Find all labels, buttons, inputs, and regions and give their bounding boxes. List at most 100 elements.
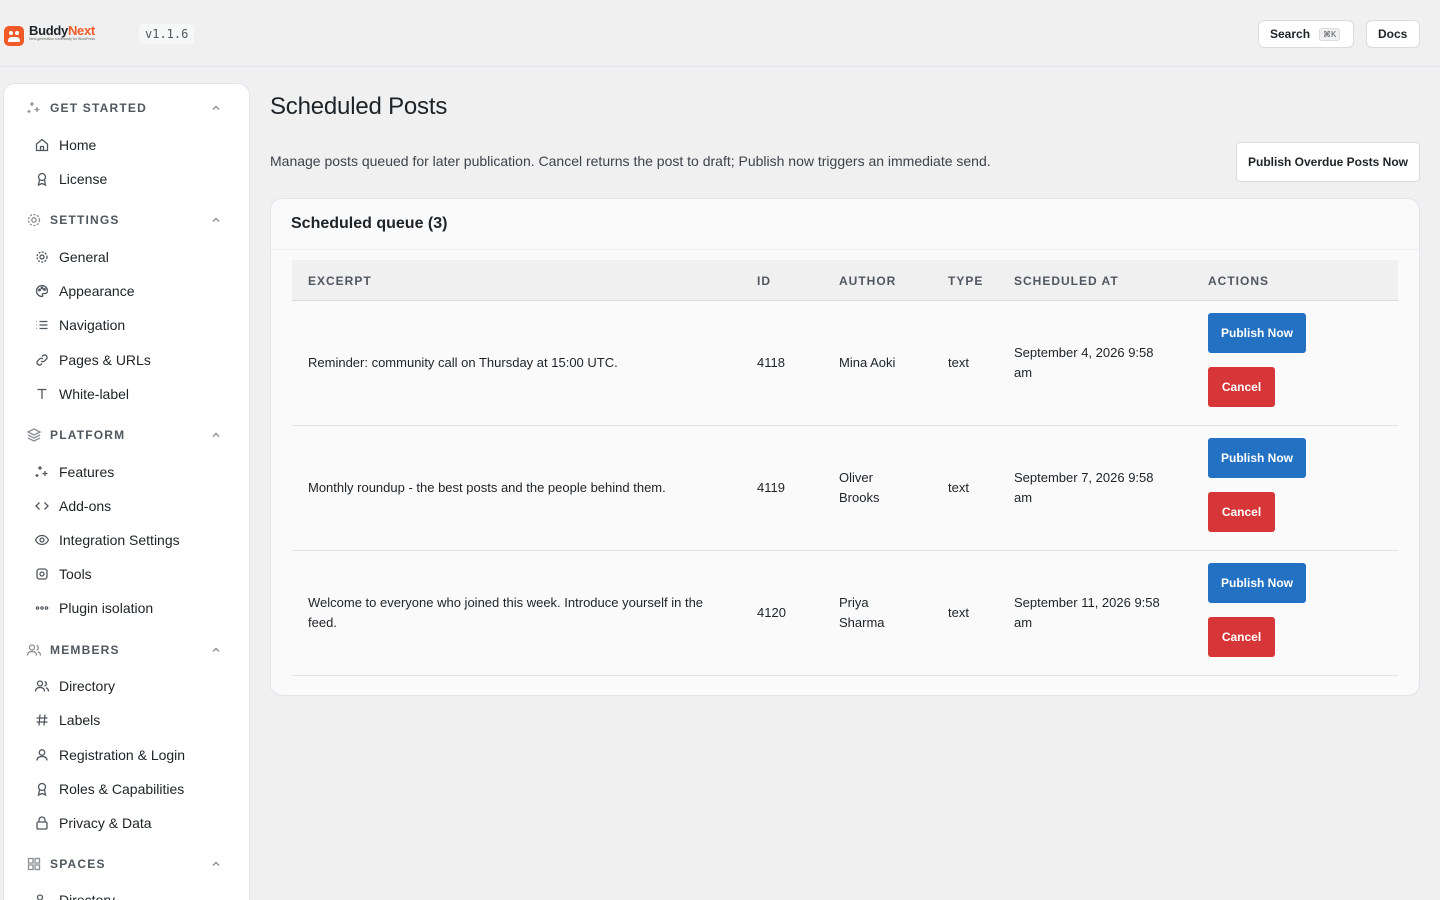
table-row: Welcome to everyone who joined this week… xyxy=(292,551,1398,676)
sidebar-item-home[interactable]: Home xyxy=(24,132,234,158)
column-header-author: AUTHOR xyxy=(839,274,897,288)
row-author: Priya Sharma xyxy=(839,595,885,630)
sidebar-item-plugin-isolation[interactable]: Plugin isolation xyxy=(24,595,234,621)
sidebar-item-spaces-directory[interactable]: Directory xyxy=(24,887,234,900)
row-id: 4120 xyxy=(757,605,786,620)
docs-button[interactable]: Docs xyxy=(1366,20,1420,48)
sidebar-item-label: Features xyxy=(59,464,115,480)
users-icon xyxy=(26,644,42,656)
sidebar-item-label: Privacy & Data xyxy=(59,815,152,831)
sidebar-item-label: Pages & URLs xyxy=(59,352,151,368)
eye-icon xyxy=(34,534,50,546)
section-settings[interactable]: SETTINGS xyxy=(4,210,249,230)
sidebar-item-white-label[interactable]: White-label xyxy=(24,381,234,407)
publish-now-button[interactable]: Publish Now xyxy=(1208,438,1306,478)
chevron-up-icon[interactable] xyxy=(210,858,222,870)
sidebar-item-label: White-label xyxy=(59,386,130,402)
sidebar-item-tools[interactable]: Tools xyxy=(24,561,234,587)
code-icon xyxy=(35,502,49,510)
sidebar-item-members-directory[interactable]: Directory xyxy=(24,673,234,699)
sidebar-item-registration-login[interactable]: Registration & Login xyxy=(24,742,234,768)
table-row: Monthly roundup - the best posts and the… xyxy=(292,426,1398,551)
sidebar-item-roles-capabilities[interactable]: Roles & Capabilities xyxy=(24,776,234,802)
logo-mark-icon xyxy=(4,26,24,46)
sidebar-item-integration-settings[interactable]: Integration Settings xyxy=(24,527,234,553)
link-icon xyxy=(36,354,48,366)
column-header-type: TYPE xyxy=(948,274,984,288)
chevron-up-icon[interactable] xyxy=(210,214,222,226)
row-type: text xyxy=(948,355,969,370)
sidebar-item-navigation[interactable]: Navigation xyxy=(24,312,234,338)
section-members[interactable]: MEMBERS xyxy=(4,640,249,660)
section-spaces[interactable]: SPACES xyxy=(4,854,249,874)
row-excerpt: Monthly roundup - the best posts and the… xyxy=(308,480,666,495)
publish-now-button[interactable]: Publish Now xyxy=(1208,563,1306,603)
publish-now-button[interactable]: Publish Now xyxy=(1208,313,1306,353)
type-icon xyxy=(37,388,47,399)
cog-icon xyxy=(36,568,48,580)
gear-icon xyxy=(36,251,48,263)
chevron-up-icon[interactable] xyxy=(210,644,222,656)
column-header-scheduled-at: SCHEDULED AT xyxy=(1014,274,1119,288)
sidebar-item-label: Plugin isolation xyxy=(59,600,154,616)
table-header: EXCERPT ID AUTHOR TYPE SCHEDULED AT ACTI… xyxy=(292,260,1398,301)
top-bar: BuddyNext Next-generation community for … xyxy=(0,0,1440,67)
sidebar-item-label: Directory xyxy=(59,678,116,694)
lock-icon xyxy=(36,816,48,830)
sidebar-item-label: Home xyxy=(59,137,97,153)
row-type: text xyxy=(948,605,969,620)
sidebar-item-label: Integration Settings xyxy=(59,532,180,548)
search-button[interactable]: Search ⌘K xyxy=(1258,20,1354,48)
sparkles-icon xyxy=(35,466,48,477)
section-platform[interactable]: PLATFORM xyxy=(4,425,249,445)
cancel-button[interactable]: Cancel xyxy=(1208,617,1275,657)
gear-icon xyxy=(27,213,41,227)
list-icon xyxy=(36,320,48,330)
sidebar-item-label: Appearance xyxy=(59,283,135,299)
sidebar-item-add-ons[interactable]: Add-ons xyxy=(24,493,234,519)
cancel-button[interactable]: Cancel xyxy=(1208,367,1275,407)
users-icon xyxy=(34,680,50,692)
sidebar-item-label: Add-ons xyxy=(59,498,112,514)
queue-title: Scheduled queue (3) xyxy=(291,215,448,232)
brand-logo[interactable]: BuddyNext Next-generation community for … xyxy=(4,24,95,46)
cancel-button[interactable]: Cancel xyxy=(1208,492,1275,532)
sidebar-item-privacy-data[interactable]: Privacy & Data xyxy=(24,810,234,836)
sidebar-item-labels[interactable]: Labels xyxy=(24,707,234,733)
page-description: Manage posts queued for later publicatio… xyxy=(270,153,991,169)
row-author: Oliver Brooks xyxy=(839,470,880,505)
brand-name: BuddyNext xyxy=(29,23,95,38)
palette-icon xyxy=(35,284,49,298)
sidebar-item-general[interactable]: General xyxy=(24,244,234,270)
chevron-up-icon[interactable] xyxy=(210,102,222,114)
sidebar-item-pages-urls[interactable]: Pages & URLs xyxy=(24,347,234,373)
column-header-actions: ACTIONS xyxy=(1208,274,1269,288)
row-excerpt: Reminder: community call on Thursday at … xyxy=(308,355,618,370)
sidebar-item-label: Registration & Login xyxy=(59,747,186,763)
award-icon xyxy=(37,172,47,187)
row-author: Mina Aoki xyxy=(839,355,896,370)
row-id: 4118 xyxy=(757,355,785,370)
row-scheduled-at: September 7, 2026 9:58 am xyxy=(1014,470,1154,505)
users-icon xyxy=(36,894,44,900)
table-row: Reminder: community call on Thursday at … xyxy=(292,301,1398,426)
section-label: SPACES xyxy=(50,857,106,871)
version-badge: v1.1.6 xyxy=(139,24,195,44)
publish-overdue-button[interactable]: Publish Overdue Posts Now xyxy=(1236,142,1420,182)
section-label: MEMBERS xyxy=(50,643,120,657)
sidebar-item-license[interactable]: License xyxy=(24,166,234,192)
sidebar: GET STARTED Home License SETTINGS Genera… xyxy=(3,83,250,900)
sidebar-item-label: Tools xyxy=(59,566,92,582)
sparkles-icon xyxy=(27,102,40,113)
chevron-up-icon[interactable] xyxy=(210,429,222,441)
card-header: Scheduled queue (3) xyxy=(271,199,1419,250)
brand-tagline: Next-generation community for WordPress xyxy=(29,37,96,41)
user-icon xyxy=(36,749,48,761)
sidebar-item-appearance[interactable]: Appearance xyxy=(24,278,234,304)
row-excerpt: Welcome to everyone who joined this week… xyxy=(308,595,704,630)
sidebar-item-label: General xyxy=(59,249,109,265)
sidebar-item-features[interactable]: Features xyxy=(24,459,234,485)
sidebar-item-label: Roles & Capabilities xyxy=(59,781,185,797)
sidebar-item-label: Directory xyxy=(59,892,116,900)
section-get-started[interactable]: GET STARTED xyxy=(4,98,249,118)
